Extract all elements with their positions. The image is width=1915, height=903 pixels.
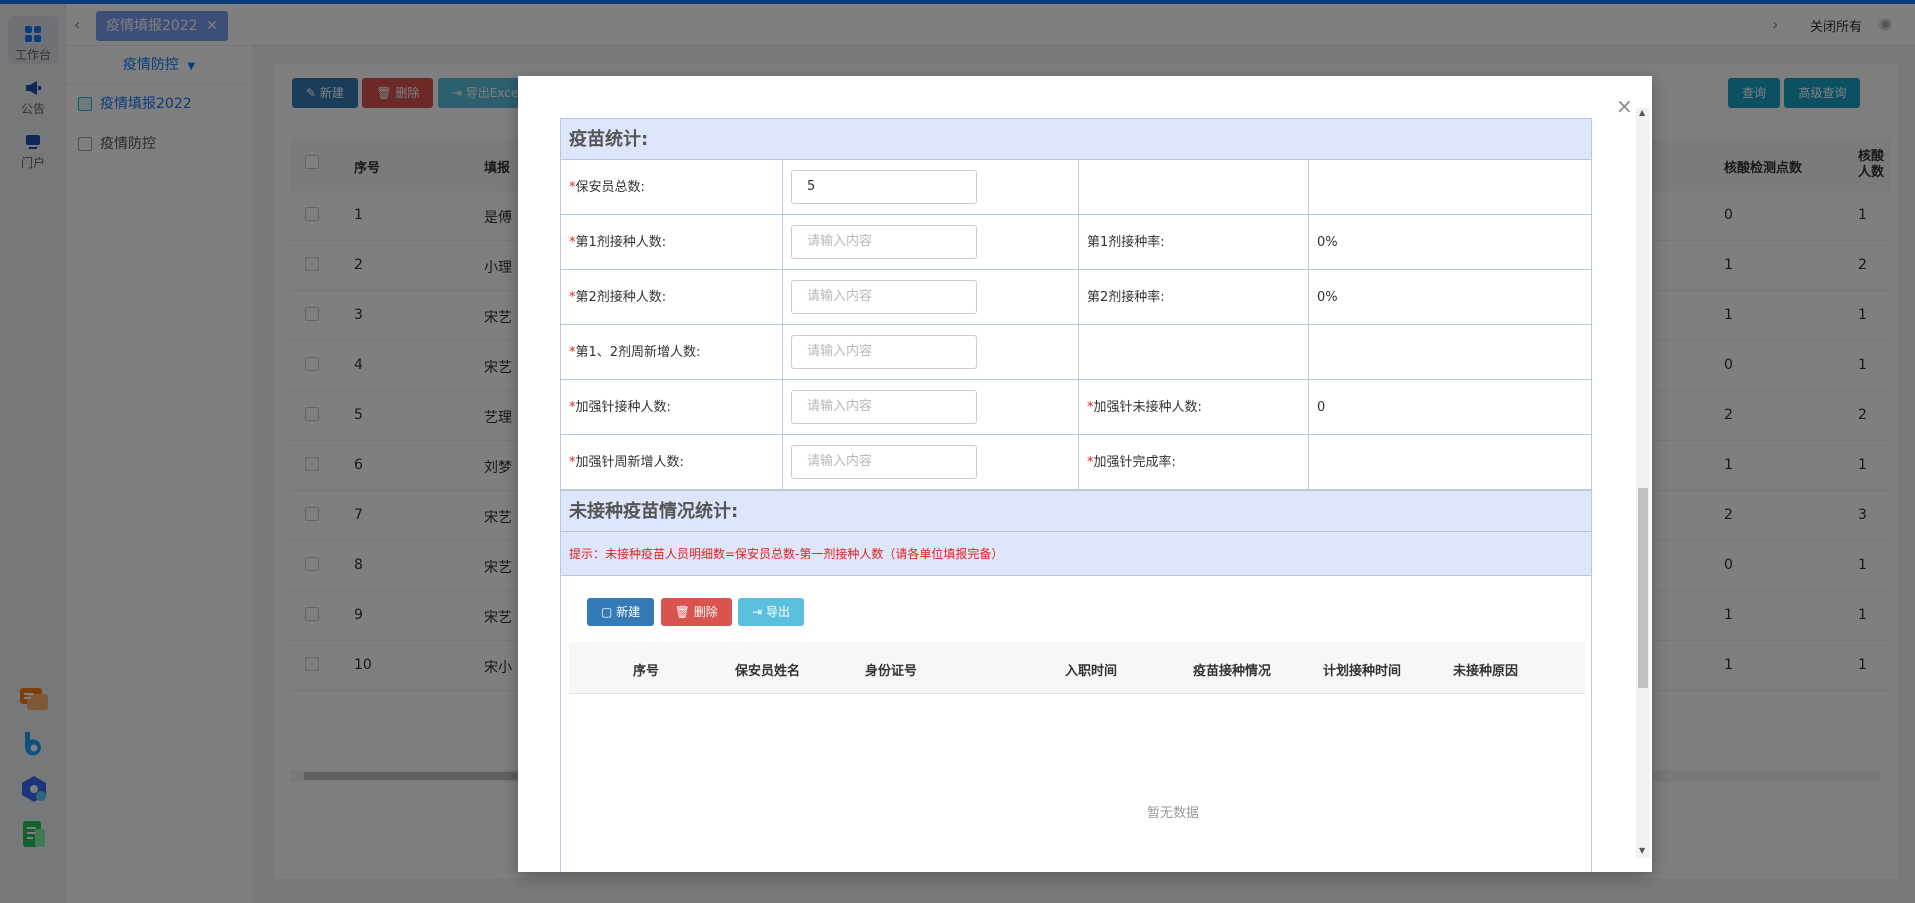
field-value: 请输入内容 — [783, 435, 1079, 490]
section-title-vaccine: 疫苗统计: — [561, 118, 1591, 160]
field-value: 请输入内容 — [783, 325, 1079, 380]
sub-col-reason: 未接种原因 — [1453, 664, 1519, 679]
field-label: *加强针接种人数: — [561, 380, 783, 435]
vaccine-stats-modal: × ▲ ▼ 疫苗统计: *保安员总数: 5 *第1剂接种人数: 请输入内容 第1剂接种率… — [518, 76, 1652, 872]
field-label — [1079, 160, 1309, 215]
computed-value — [1309, 325, 1593, 380]
vaccine-form: 疫苗统计: *保安员总数: 5 *第1剂接种人数: 请输入内容 第1剂接种率: 0% *第2… — [560, 118, 1592, 872]
form-row: *第1剂接种人数: 请输入内容 第1剂接种率: 0% — [561, 215, 1591, 270]
field-label: *保安员总数: — [561, 160, 783, 215]
unvaccinated-subtable: ▢ 新建 🗑 删除 ⇥ 导出 序号 保安员姓名 身份证号 入职时间 疫苗接种情况… — [561, 576, 1591, 903]
input-text: 请输入内容 — [807, 289, 873, 304]
field-label-text: 加强针接种人数: — [575, 400, 671, 415]
field-label-text: 加强针完成率: — [1093, 455, 1176, 470]
field-label: *加强针周新增人数: — [561, 435, 783, 490]
sub-col-guard-name: 保安员姓名 — [735, 664, 801, 679]
computed-value: 0 — [1317, 400, 1326, 415]
sub-col-planned-date: 计划接种时间 — [1323, 664, 1402, 679]
field-label: *第1、2剂周新增人数: — [561, 325, 783, 380]
scroll-down-icon[interactable]: ▼ — [1639, 846, 1645, 855]
number-input[interactable]: 请输入内容 — [791, 225, 977, 259]
close-icon[interactable]: × — [1616, 94, 1633, 118]
computed-value: 0% — [1317, 290, 1338, 305]
field-label: *第1剂接种人数: — [561, 215, 783, 270]
modal-scroll-thumb[interactable] — [1638, 488, 1648, 688]
sub-new-button[interactable]: ▢ 新建 — [587, 598, 655, 626]
form-row: *第2剂接种人数: 请输入内容 第2剂接种率: 0% — [561, 270, 1591, 325]
subtable-header: 序号 保安员姓名 身份证号 入职时间 疫苗接种情况 计划接种时间 未接种原因 — [569, 642, 1585, 694]
computed-value — [1309, 160, 1593, 215]
input-text: 请输入内容 — [807, 454, 873, 469]
input-text: 请输入内容 — [807, 399, 873, 414]
form-row: *加强针接种人数: 请输入内容 *加强针未接种人数: 0 — [561, 380, 1591, 435]
sub-col-vaccine-status: 疫苗接种情况 — [1193, 664, 1272, 679]
hint-text: 提示：未接种疫苗人员明细数=保安员总数-第一剂接种人数（请各单位填报完备） — [561, 532, 1591, 576]
computed-value — [1309, 435, 1593, 490]
form-rows: *保安员总数: 5 *第1剂接种人数: 请输入内容 第1剂接种率: 0% *第2剂接种人数:… — [561, 160, 1591, 490]
number-input[interactable]: 5 — [791, 170, 977, 204]
field-label: 第1剂接种率: — [1079, 215, 1309, 270]
sub-col-hire-date: 入职时间 — [1065, 664, 1118, 679]
section-title-unvaccinated: 未接种疫苗情况统计: — [561, 490, 1591, 532]
field-value: 请输入内容 — [783, 270, 1079, 325]
scroll-up-icon[interactable]: ▲ — [1639, 108, 1645, 117]
number-input[interactable]: 请输入内容 — [791, 280, 977, 314]
sub-col-no: 序号 — [633, 664, 660, 679]
number-input[interactable]: 请输入内容 — [791, 390, 977, 424]
field-value: 请输入内容 — [783, 215, 1079, 270]
field-label — [1079, 325, 1309, 380]
field-label: *第2剂接种人数: — [561, 270, 783, 325]
sub-delete-button[interactable]: 🗑 删除 — [660, 598, 732, 626]
input-text: 请输入内容 — [807, 234, 873, 249]
sub-delete-label: 删除 — [693, 605, 718, 619]
sub-col-id-number: 身份证号 — [865, 664, 918, 679]
form-row: *第1、2剂周新增人数: 请输入内容 — [561, 325, 1591, 380]
empty-state-text: 暂无数据 — [1147, 806, 1200, 821]
number-input[interactable]: 请输入内容 — [791, 445, 977, 479]
form-row: *加强针周新增人数: 请输入内容 *加强针完成率: — [561, 435, 1591, 490]
field-label: *加强针未接种人数: — [1079, 380, 1309, 435]
field-label-text: 第1剂接种率: — [1087, 235, 1165, 250]
field-value: 请输入内容 — [783, 380, 1079, 435]
subtable-toolbar: ▢ 新建 🗑 删除 ⇥ 导出 — [587, 598, 806, 626]
modal-scrollbar[interactable]: ▲ ▼ — [1636, 108, 1650, 858]
input-text: 5 — [807, 179, 816, 194]
field-label-text: 加强针未接种人数: — [1093, 400, 1202, 415]
field-label-text: 加强针周新增人数: — [575, 455, 684, 470]
field-label-text: 第1、2剂周新增人数: — [575, 345, 701, 360]
form-row: *保安员总数: 5 — [561, 160, 1591, 215]
field-label: 第2剂接种率: — [1079, 270, 1309, 325]
field-label-text: 保安员总数: — [575, 180, 645, 195]
sub-new-label: 新建 — [616, 605, 641, 619]
sub-export-label: 导出 — [766, 605, 791, 619]
number-input[interactable]: 请输入内容 — [791, 335, 977, 369]
sub-export-button[interactable]: ⇥ 导出 — [738, 598, 805, 626]
field-label-text: 第2剂接种率: — [1087, 290, 1165, 305]
input-text: 请输入内容 — [807, 344, 873, 359]
field-label-text: 第2剂接种人数: — [575, 290, 667, 305]
computed-value: 0% — [1317, 235, 1338, 250]
field-value: 5 — [783, 160, 1079, 215]
field-label: *加强针完成率: — [1079, 435, 1309, 490]
field-label-text: 第1剂接种人数: — [575, 235, 667, 250]
